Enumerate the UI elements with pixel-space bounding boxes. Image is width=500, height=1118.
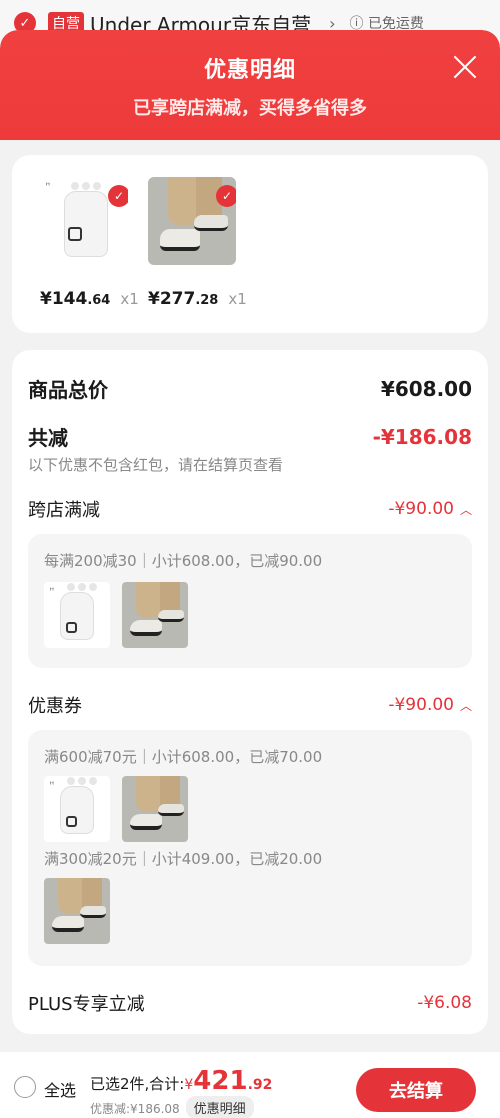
shoe-b	[158, 804, 184, 816]
coupon-value: -¥90.00	[388, 695, 454, 715]
coupon-rule-1: 满600减70元｜小计608.00，已减70.00	[44, 748, 323, 766]
brand-logo-icon: ᴴ	[46, 181, 50, 190]
close-icon[interactable]	[452, 54, 478, 80]
discount-line: 优惠减:¥186.08 优惠明细	[90, 1096, 254, 1118]
total-label: 商品总价	[28, 378, 108, 402]
shoe-thumb	[122, 776, 188, 842]
coupon-box: 满600减70元｜小计608.00，已减70.00 ᴴ 满300减20元｜小计4…	[28, 730, 472, 966]
sheet-subtitle: 已享跨店满减，买得多省得多	[133, 98, 367, 119]
shoe-a	[160, 229, 200, 251]
discount-row: 共减 -¥186.08	[28, 422, 472, 451]
coupon-row[interactable]: 优惠券 -¥90.00 ︿	[28, 692, 472, 718]
price-int: ¥277	[148, 289, 196, 309]
detail-button[interactable]: 优惠明细	[185, 1096, 254, 1118]
products-card: ᴴ ✓ ¥144.64 x1 ✓ ¥277.28 x1	[12, 155, 488, 333]
brand-logo-icon: ᴴ	[50, 780, 54, 789]
glove-thumb: ᴴ	[44, 582, 110, 648]
checkout-button[interactable]: 去结算	[356, 1068, 476, 1112]
select-all-label[interactable]: 全选	[44, 1077, 76, 1101]
discount-label: 共减	[28, 426, 68, 450]
shoe-thumb	[122, 582, 188, 648]
shoe-thumb	[44, 878, 110, 944]
discount-value: -¥186.08	[372, 424, 472, 449]
total-row: 商品总价 ¥608.00	[28, 374, 472, 403]
discount-note: 以下优惠不包含红包，请在结算页查看	[28, 456, 284, 474]
selected-text: 已选2件,合计:	[90, 1075, 185, 1093]
glove-shape	[60, 777, 97, 834]
glove-thumb: ᴴ	[44, 776, 110, 842]
cross-store-rule: 每满200减30｜小计608.00，已减90.00	[44, 552, 323, 570]
total-dec: .92	[247, 1077, 273, 1093]
plus-value: -¥6.08	[417, 993, 472, 1013]
glove-shape	[64, 182, 108, 257]
coupon-label: 优惠券	[28, 696, 82, 717]
glove-shape	[60, 583, 97, 640]
sheet-header: 优惠明细 已享跨店满减，买得多省得多	[0, 30, 500, 140]
total-int: 421	[193, 1066, 248, 1096]
glove-image: ᴴ ✓	[40, 177, 128, 265]
plus-row: PLUS专享立减 -¥6.08	[28, 990, 472, 1016]
product-glove[interactable]: ᴴ ✓ ¥144.64 x1	[40, 177, 139, 309]
plus-label: PLUS专享立减	[28, 994, 145, 1015]
glove-badge	[66, 816, 77, 827]
product-check-icon[interactable]: ✓	[108, 185, 128, 207]
shoe-b	[194, 215, 228, 231]
checkout-bar: 全选 已选2件,合计:¥421.92 优惠减:¥186.08 优惠明细 去结算	[0, 1052, 500, 1118]
product-qty: x1	[120, 290, 139, 308]
cross-store-box: 每满200减30｜小计608.00，已减90.00 ᴴ	[28, 534, 472, 668]
chevron-up-icon[interactable]: ︿	[460, 699, 472, 713]
total-amount: ¥421.92	[184, 1066, 273, 1096]
cross-store-row[interactable]: 跨店满减 -¥90.00 ︿	[28, 496, 472, 522]
shoe-a	[52, 916, 84, 932]
cross-store-value: -¥90.00	[388, 499, 454, 519]
product-price: ¥144.64 x1	[40, 289, 139, 309]
currency: ¥	[184, 1077, 194, 1093]
glove-badge	[68, 227, 82, 241]
product-shoe[interactable]: ✓ ¥277.28 x1	[148, 177, 247, 309]
brand-logo-icon: ᴴ	[50, 586, 54, 595]
shoe-a	[130, 814, 162, 830]
sheet-title: 优惠明细	[203, 58, 296, 83]
glove-badge	[66, 622, 77, 633]
product-check-icon[interactable]: ✓	[216, 185, 236, 207]
cross-store-label: 跨店满减	[28, 500, 100, 521]
detail-card: 商品总价 ¥608.00 共减 -¥186.08 以下优惠不包含红包，请在结算页…	[12, 350, 488, 1034]
coupon-rule-2: 满300减20元｜小计409.00，已减20.00	[44, 850, 323, 868]
total-line: 已选2件,合计:¥421.92	[90, 1066, 272, 1096]
product-qty: x1	[228, 290, 247, 308]
shoe-a	[130, 620, 162, 636]
discount-text: 优惠减:¥186.08	[90, 1102, 180, 1116]
chevron-up-icon[interactable]: ︿	[460, 503, 472, 517]
discount-detail-sheet: 优惠明细 已享跨店满减，买得多省得多 ᴴ ✓ ¥144.64 x1 ✓ ¥277…	[0, 30, 500, 1118]
price-int: ¥144	[40, 289, 88, 309]
shoe-image: ✓	[148, 177, 236, 265]
price-dec: .64	[87, 293, 111, 308]
shoe-b	[158, 610, 184, 622]
price-dec: .28	[195, 293, 219, 308]
shoe-b	[80, 906, 106, 918]
product-price: ¥277.28 x1	[148, 289, 247, 309]
select-all-radio[interactable]	[14, 1076, 36, 1098]
total-value: ¥608.00	[380, 376, 472, 401]
